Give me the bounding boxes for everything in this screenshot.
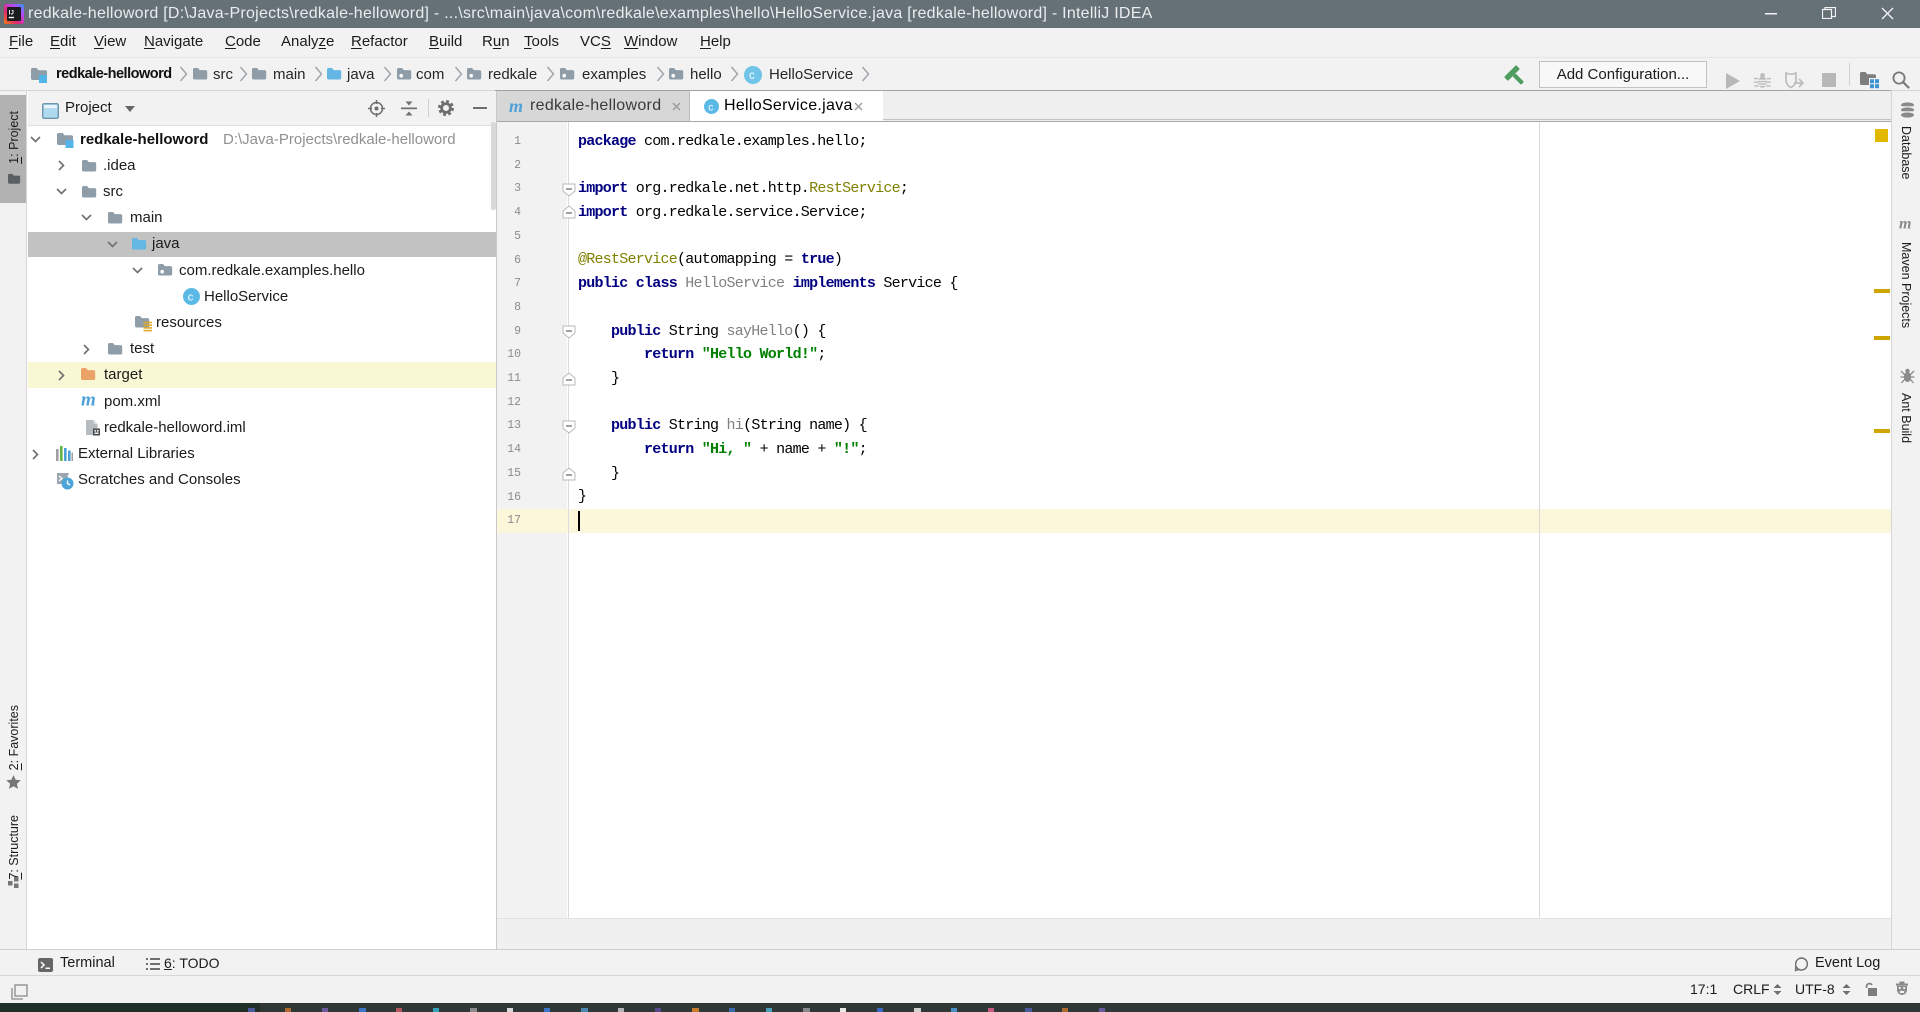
svg-text:c: c xyxy=(708,102,713,113)
svg-text:c: c xyxy=(749,70,755,82)
svg-text:m: m xyxy=(81,390,96,410)
svg-text:m: m xyxy=(1899,216,1911,232)
svg-text:c: c xyxy=(188,292,194,304)
svg-text:m: m xyxy=(509,97,523,116)
